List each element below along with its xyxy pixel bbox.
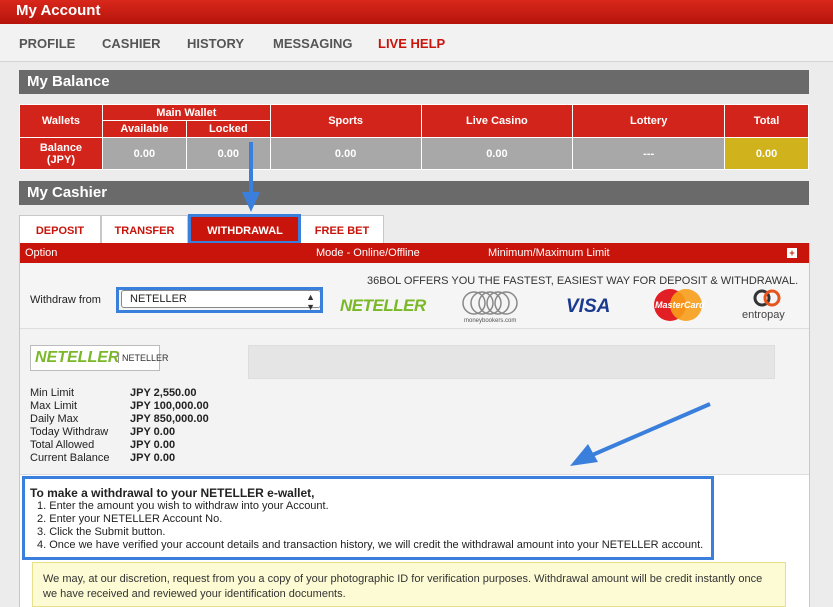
moneybookers-circles-icon — [462, 291, 518, 315]
limit-label: Current Balance — [30, 452, 110, 464]
balance-row-label: Balance (JPY) — [19, 137, 103, 170]
tab-deposit[interactable]: DEPOSIT — [19, 215, 101, 243]
lottery-value: --- — [572, 137, 726, 170]
page-title: My Account — [0, 0, 833, 24]
col-sports: Sports — [269, 104, 422, 138]
withdrawal-tab-highlight — [188, 214, 301, 244]
col-live-casino: Live Casino — [420, 104, 574, 138]
col-total: Total — [724, 104, 809, 138]
limit-value: JPY 0.00 — [130, 439, 176, 451]
select-highlight — [116, 287, 323, 313]
visa-logo: VISA — [566, 296, 611, 317]
sports-value: 0.00 — [269, 137, 422, 170]
expand-icon[interactable]: + — [787, 248, 797, 258]
annotation-arrow-down-icon — [242, 142, 260, 212]
limit-value: JPY 100,000.00 — [130, 400, 209, 412]
verification-note: We may, at our discretion, request from … — [32, 562, 786, 607]
header-mode: Mode - Online/Offline — [316, 247, 420, 259]
mastercard-logo: MasterCard — [653, 288, 705, 322]
col-wallets: Wallets — [19, 104, 103, 138]
instructions-highlight — [22, 476, 714, 560]
panel-header: Option Mode - Online/Offline Minimum/Max… — [20, 243, 809, 263]
my-balance-header: My Balance — [19, 70, 809, 94]
col-lottery: Lottery — [572, 104, 726, 138]
limit-label: Max Limit — [30, 400, 78, 412]
limit-label: Total Allowed — [30, 439, 95, 451]
top-nav: PROFILE CASHIER HISTORY MESSAGING LIVE H… — [0, 24, 833, 62]
balance-table: Wallets Main Wallet Sports Live Casino L… — [19, 104, 809, 170]
col-main-wallet: Main Wallet — [101, 104, 271, 121]
total-value: 0.00 — [724, 137, 809, 170]
nav-profile[interactable]: PROFILE — [19, 36, 75, 51]
header-limit: Minimum/Maximum Limit — [488, 247, 610, 259]
nav-history[interactable]: HISTORY — [187, 36, 244, 51]
moneybookers-logo: moneybookers.com — [460, 289, 524, 329]
available-value: 0.00 — [101, 137, 187, 170]
nav-messaging[interactable]: MESSAGING — [273, 36, 352, 51]
selected-method-logo: NETELLER — [35, 349, 120, 366]
annotation-arrow-diagonal-icon — [570, 402, 711, 466]
nav-cashier[interactable]: CASHIER — [102, 36, 161, 51]
withdraw-from-label: Withdraw from — [30, 294, 101, 306]
offer-text: 36BOL OFFERS YOU THE FASTEST, EASIEST WA… — [367, 275, 799, 287]
limit-label: Daily Max — [30, 413, 79, 425]
my-cashier-header: My Cashier — [19, 181, 809, 205]
entropay-logo: entropay — [742, 289, 792, 325]
selected-method-name: NETELLER — [118, 353, 169, 363]
neteller-logo: NETELLER — [340, 296, 426, 315]
method-info-bar — [248, 345, 775, 379]
col-available: Available — [101, 120, 187, 138]
nav-live-help[interactable]: LIVE HELP — [378, 36, 445, 51]
selected-method-badge: NETELLER NETELLER — [30, 345, 169, 371]
limit-value: JPY 0.00 — [130, 452, 176, 464]
tab-free-bet[interactable]: FREE BET — [300, 215, 384, 243]
header-option: Option — [25, 247, 58, 259]
limit-value: JPY 850,000.00 — [130, 413, 209, 425]
tab-transfer[interactable]: TRANSFER — [101, 215, 188, 243]
limit-label: Min Limit — [30, 387, 75, 399]
col-locked: Locked — [185, 120, 271, 138]
limit-value: JPY 2,550.00 — [130, 387, 197, 399]
limit-value: JPY 0.00 — [130, 426, 176, 438]
limit-label: Today Withdraw — [30, 426, 109, 438]
live-casino-value: 0.00 — [420, 137, 574, 170]
entropay-mark-icon — [753, 289, 781, 307]
